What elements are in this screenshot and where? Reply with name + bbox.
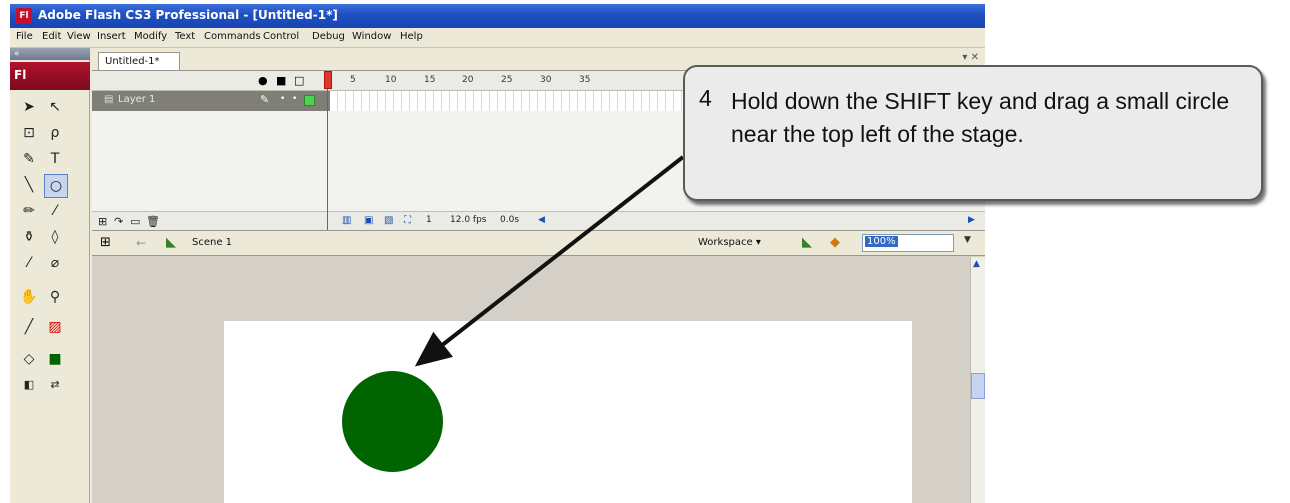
scrollbar-thumb[interactable]	[971, 373, 985, 399]
frame-number: 30	[540, 75, 552, 85]
scroll-right-icon[interactable]: ▶	[968, 215, 975, 225]
zoom-dropdown-icon[interactable]: ▼	[964, 235, 978, 251]
edit-multiple-frames-icon[interactable]: ⛶	[404, 215, 411, 226]
flash-logo-badge: Fl	[10, 62, 90, 90]
motion-guide-icon[interactable]: ↷	[114, 215, 123, 228]
lock-icon[interactable]: ■	[276, 74, 286, 87]
menu-view[interactable]: View	[67, 31, 91, 42]
timeline-toggle-icon[interactable]: ⊞	[100, 235, 111, 250]
instruction-text: Hold down the SHIFT key and drag a small…	[731, 88, 1230, 147]
menu-bar: File Edit View Insert Modify Text Comman…	[10, 28, 985, 48]
workspace-button[interactable]: Workspace ▾	[698, 237, 761, 248]
zoom-value[interactable]: 100%	[865, 236, 898, 247]
current-frame: 1	[426, 215, 432, 225]
panel-controls[interactable]: ▾ ✕	[962, 52, 979, 63]
pen-tool-icon[interactable]: ✎	[18, 148, 40, 170]
lasso-tool-icon[interactable]: ρ	[44, 122, 66, 144]
menu-help[interactable]: Help	[400, 31, 423, 42]
oval-tool-icon[interactable]: ○	[44, 174, 68, 198]
step-number: 4	[699, 85, 712, 111]
menu-file[interactable]: File	[16, 31, 33, 42]
frame-number: 15	[424, 75, 436, 85]
menu-debug[interactable]: Debug	[312, 31, 345, 42]
center-frame-icon[interactable]: ▥	[342, 215, 351, 226]
menu-window[interactable]: Window	[352, 31, 391, 42]
edit-scene-icon[interactable]: ◣	[802, 235, 812, 250]
black-white-icon[interactable]: ◧	[18, 374, 40, 396]
zoom-tool-icon[interactable]: ⚲	[44, 286, 66, 308]
back-arrow-icon[interactable]: ←	[136, 236, 146, 250]
free-transform-tool-icon[interactable]: ⊡	[18, 122, 40, 144]
layer-icon: ▤	[104, 94, 114, 105]
brush-tool-icon[interactable]: ⁄	[44, 200, 66, 222]
eyedropper-tool-icon[interactable]: ⁄	[18, 252, 40, 274]
elapsed-time: 0.0s	[500, 215, 520, 225]
onion-skin-icon[interactable]: ▣	[364, 215, 373, 226]
eraser-tool-icon[interactable]: ⌀	[44, 252, 66, 274]
scene-label[interactable]: Scene 1	[192, 237, 232, 248]
subselection-tool-icon[interactable]: ↖	[44, 96, 66, 118]
eye-icon[interactable]: ●	[258, 74, 268, 87]
playhead[interactable]	[324, 71, 332, 253]
flash-app-icon: Fl	[16, 8, 32, 24]
document-tab[interactable]: Untitled-1*	[98, 52, 180, 70]
insert-layer-icon[interactable]: ⊞	[98, 215, 107, 228]
no-color-swatch-icon[interactable]: ▨	[44, 316, 66, 338]
menu-commands[interactable]: Commands	[204, 31, 261, 42]
tools-panel: « Fl ➤ ↖ ⊡ ρ ✎ T ╲ ○ ✏ ⁄ ⚱ ◊ ⁄ ⌀ ✋ ⚲ ╱ ▨…	[10, 48, 90, 503]
stroke-color-icon[interactable]: ╱	[18, 316, 40, 338]
menu-control[interactable]: Control	[263, 31, 299, 42]
tools-panel-header[interactable]: «	[10, 48, 90, 60]
pencil-edit-icon: ✎	[260, 93, 270, 106]
instruction-callout: 4 Hold down the SHIFT key and drag a sma…	[683, 65, 1263, 201]
hand-tool-icon[interactable]: ✋	[18, 286, 40, 308]
line-tool-icon[interactable]: ╲	[18, 174, 40, 196]
paint-bucket-tool-icon[interactable]: ◊	[44, 226, 66, 248]
menu-insert[interactable]: Insert	[97, 31, 126, 42]
layer-lock-dot-icon[interactable]: •	[292, 94, 297, 104]
playhead-line	[327, 89, 328, 253]
green-circle[interactable]	[342, 371, 443, 472]
menu-text[interactable]: Text	[175, 31, 195, 42]
fill-bucket-icon[interactable]: ◇	[18, 348, 40, 370]
frame-rate[interactable]: 12.0 fps	[450, 215, 486, 225]
text-tool-icon[interactable]: T	[44, 148, 66, 170]
edit-bar: ⊞ ← ◣ Scene 1 Workspace ▾ ◣ ◆ 100% ▼	[92, 230, 985, 256]
scroll-left-icon[interactable]: ◀	[538, 215, 545, 225]
edit-symbols-icon[interactable]: ◆	[830, 235, 840, 250]
scene-icon: ◣	[166, 235, 176, 250]
window-title: Adobe Flash CS3 Professional - [Untitled…	[38, 8, 338, 22]
pasteboard	[92, 257, 970, 503]
layer-outline-swatch[interactable]	[304, 95, 315, 106]
frame-number: 10	[385, 75, 397, 85]
layer-visible-dot-icon[interactable]: •	[280, 94, 285, 104]
onion-outline-icon[interactable]: ▧	[384, 215, 393, 226]
pencil-tool-icon[interactable]: ✏	[18, 200, 40, 222]
insert-folder-icon[interactable]: ▭	[130, 215, 140, 228]
menu-modify[interactable]: Modify	[134, 31, 167, 42]
menu-edit[interactable]: Edit	[42, 31, 61, 42]
vertical-scrollbar[interactable]: ▲	[970, 257, 985, 503]
stage[interactable]	[224, 321, 912, 503]
zoom-field[interactable]: 100%	[862, 234, 954, 252]
ink-bottle-tool-icon[interactable]: ⚱	[18, 226, 40, 248]
swap-colors-icon[interactable]: ⇄	[44, 374, 66, 396]
frame-number: 35	[579, 75, 591, 85]
selection-tool-icon[interactable]: ➤	[18, 96, 40, 118]
fill-color-swatch-icon[interactable]: ■	[44, 348, 66, 370]
title-bar: Fl Adobe Flash CS3 Professional - [Untit…	[10, 4, 985, 28]
frame-number: 5	[350, 75, 356, 85]
scroll-up-icon[interactable]: ▲	[973, 259, 980, 269]
playhead-handle[interactable]	[324, 71, 332, 89]
delete-layer-icon[interactable]: 🗑	[146, 215, 160, 228]
outline-icon[interactable]: □	[294, 74, 304, 87]
frame-number: 25	[501, 75, 513, 85]
layer-name[interactable]: Layer 1	[118, 94, 155, 105]
frame-number: 20	[462, 75, 474, 85]
timeline-status-bar: ⊞ ↷ ▭ 🗑 ▥ ▣ ▧ ⛶ 1 12.0 fps 0.0s ◀ ▶	[92, 211, 985, 231]
